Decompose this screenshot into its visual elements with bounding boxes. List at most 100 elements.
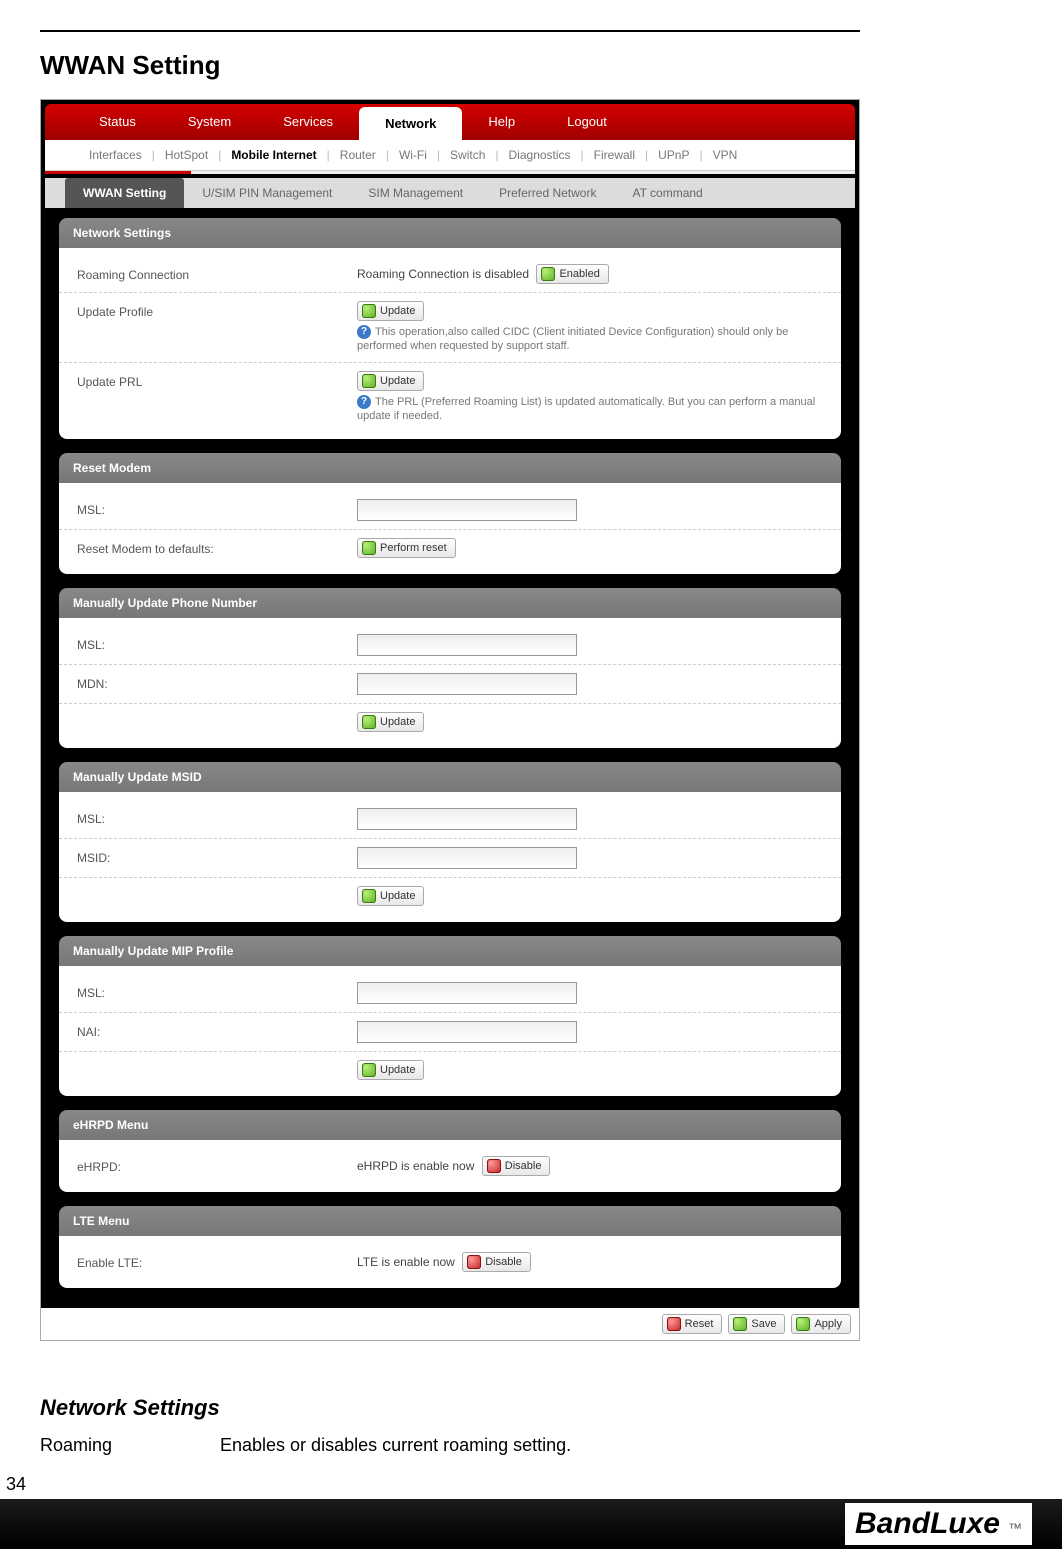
ternav-usim-pin[interactable]: U/SIM PIN Management	[184, 178, 350, 208]
update-profile-help: This operation,also called CIDC (Client …	[357, 326, 788, 352]
lte-status-text: LTE is enable now	[357, 1255, 455, 1269]
msl-input[interactable]	[357, 982, 577, 1004]
brand-logo: BandLuxe™	[845, 1503, 1032, 1545]
nav-tab-services[interactable]: Services	[257, 104, 359, 140]
nav-tab-logout[interactable]: Logout	[541, 104, 633, 140]
update-icon	[362, 374, 376, 388]
panel-update-msid: Manually Update MSID MSL: MSID: Update	[59, 762, 841, 922]
panel-update-phone: Manually Update Phone Number MSL: MDN: U…	[59, 588, 841, 748]
subnav-switch[interactable]: Switch	[442, 148, 493, 162]
nai-input[interactable]	[357, 1021, 577, 1043]
subnav-diagnostics[interactable]: Diagnostics	[501, 148, 579, 162]
mdn-label: MDN:	[77, 673, 357, 691]
msl-label: MSL:	[77, 808, 357, 826]
panel-header: Reset Modem	[59, 453, 841, 483]
tertiary-nav: WWAN Setting U/SIM PIN Management SIM Ma…	[45, 178, 855, 208]
info-icon: ?	[357, 395, 371, 409]
msid-input[interactable]	[357, 847, 577, 869]
update-mip-button[interactable]: Update	[357, 1060, 424, 1080]
router-admin-screenshot: Status System Services Network Help Logo…	[40, 99, 860, 1341]
panel-ehrpd: eHRPD Menu eHRPD: eHRPD is enable now Di…	[59, 1110, 841, 1192]
roaming-connection-label: Roaming Connection	[77, 264, 357, 282]
save-icon	[733, 1317, 747, 1331]
ehrpd-status-text: eHRPD is enable now	[357, 1159, 474, 1173]
panel-header: LTE Menu	[59, 1206, 841, 1236]
update-icon	[362, 715, 376, 729]
roaming-enable-button[interactable]: Enabled	[536, 264, 608, 284]
page-number: 34	[0, 1474, 1062, 1495]
ehrpd-disable-button[interactable]: Disable	[482, 1156, 551, 1176]
info-icon: ?	[357, 325, 371, 339]
save-button[interactable]: Save	[728, 1314, 785, 1334]
msid-label: MSID:	[77, 847, 357, 865]
reset-icon	[362, 541, 376, 555]
panel-update-mip: Manually Update MIP Profile MSL: NAI: Up…	[59, 936, 841, 1096]
disable-icon	[467, 1255, 481, 1269]
nav-tab-status[interactable]: Status	[73, 104, 162, 140]
update-icon	[362, 889, 376, 903]
panel-header: Network Settings	[59, 218, 841, 248]
subnav-indicator	[45, 171, 855, 174]
secondary-nav: Interfaces| HotSpot| Mobile Internet| Ro…	[45, 140, 855, 171]
reset-icon	[667, 1317, 681, 1331]
desc-definition: Enables or disables current roaming sett…	[220, 1435, 820, 1456]
panel-lte: LTE Menu Enable LTE: LTE is enable now D…	[59, 1206, 841, 1288]
nav-tab-network[interactable]: Network	[359, 107, 462, 140]
reset-button[interactable]: Reset	[662, 1314, 723, 1334]
subnav-mobile-internet[interactable]: Mobile Internet	[223, 148, 324, 162]
panel-header: eHRPD Menu	[59, 1110, 841, 1140]
primary-nav: Status System Services Network Help Logo…	[45, 104, 855, 140]
msl-label: MSL:	[77, 499, 357, 517]
apply-icon	[796, 1317, 810, 1331]
msl-label: MSL:	[77, 982, 357, 1000]
ternav-sim-mgmt[interactable]: SIM Management	[350, 178, 481, 208]
msl-input[interactable]	[357, 634, 577, 656]
lte-disable-button[interactable]: Disable	[462, 1252, 531, 1272]
update-prl-label: Update PRL	[77, 371, 357, 389]
ternav-wwan-setting[interactable]: WWAN Setting	[65, 178, 184, 208]
subnav-firewall[interactable]: Firewall	[586, 148, 643, 162]
section-heading: Network Settings	[40, 1395, 820, 1421]
ehrpd-label: eHRPD:	[77, 1156, 357, 1174]
reset-modem-label: Reset Modem to defaults:	[77, 538, 357, 556]
horizontal-rule	[40, 30, 860, 32]
update-msid-button[interactable]: Update	[357, 886, 424, 906]
page-title: WWAN Setting	[40, 50, 1022, 81]
update-prl-help: The PRL (Preferred Roaming List) is upda…	[357, 396, 815, 422]
desc-term: Roaming	[40, 1435, 220, 1456]
apply-button[interactable]: Apply	[791, 1314, 851, 1334]
panel-header: Manually Update MIP Profile	[59, 936, 841, 966]
msl-label: MSL:	[77, 634, 357, 652]
page-footer: BandLuxe™	[0, 1499, 1062, 1549]
subnav-upnp[interactable]: UPnP	[650, 148, 697, 162]
nav-tab-system[interactable]: System	[162, 104, 257, 140]
ternav-preferred-network[interactable]: Preferred Network	[481, 178, 614, 208]
disable-icon	[487, 1159, 501, 1173]
roaming-status-text: Roaming Connection is disabled	[357, 267, 529, 281]
panel-header: Manually Update Phone Number	[59, 588, 841, 618]
nav-tab-help[interactable]: Help	[462, 104, 541, 140]
update-prl-button[interactable]: Update	[357, 371, 424, 391]
subnav-hotspot[interactable]: HotSpot	[157, 148, 216, 162]
panel-network-settings: Network Settings Roaming Connection Roam…	[59, 218, 841, 439]
nai-label: NAI:	[77, 1021, 357, 1039]
subnav-interfaces[interactable]: Interfaces	[81, 148, 150, 162]
footer-button-bar: Reset Save Apply	[41, 1308, 859, 1340]
subnav-vpn[interactable]: VPN	[705, 148, 746, 162]
perform-reset-button[interactable]: Perform reset	[357, 538, 456, 558]
panel-reset-modem: Reset Modem MSL: Reset Modem to defaults…	[59, 453, 841, 574]
msl-input[interactable]	[357, 499, 577, 521]
panel-header: Manually Update MSID	[59, 762, 841, 792]
ternav-at-command[interactable]: AT command	[614, 178, 720, 208]
update-icon	[362, 1063, 376, 1077]
subnav-wifi[interactable]: Wi-Fi	[391, 148, 435, 162]
update-phone-button[interactable]: Update	[357, 712, 424, 732]
subnav-router[interactable]: Router	[332, 148, 384, 162]
lte-label: Enable LTE:	[77, 1252, 357, 1270]
update-profile-label: Update Profile	[77, 301, 357, 319]
trademark-symbol: ™	[1008, 1520, 1022, 1536]
msl-input[interactable]	[357, 808, 577, 830]
mdn-input[interactable]	[357, 673, 577, 695]
update-icon	[362, 304, 376, 318]
update-profile-button[interactable]: Update	[357, 301, 424, 321]
